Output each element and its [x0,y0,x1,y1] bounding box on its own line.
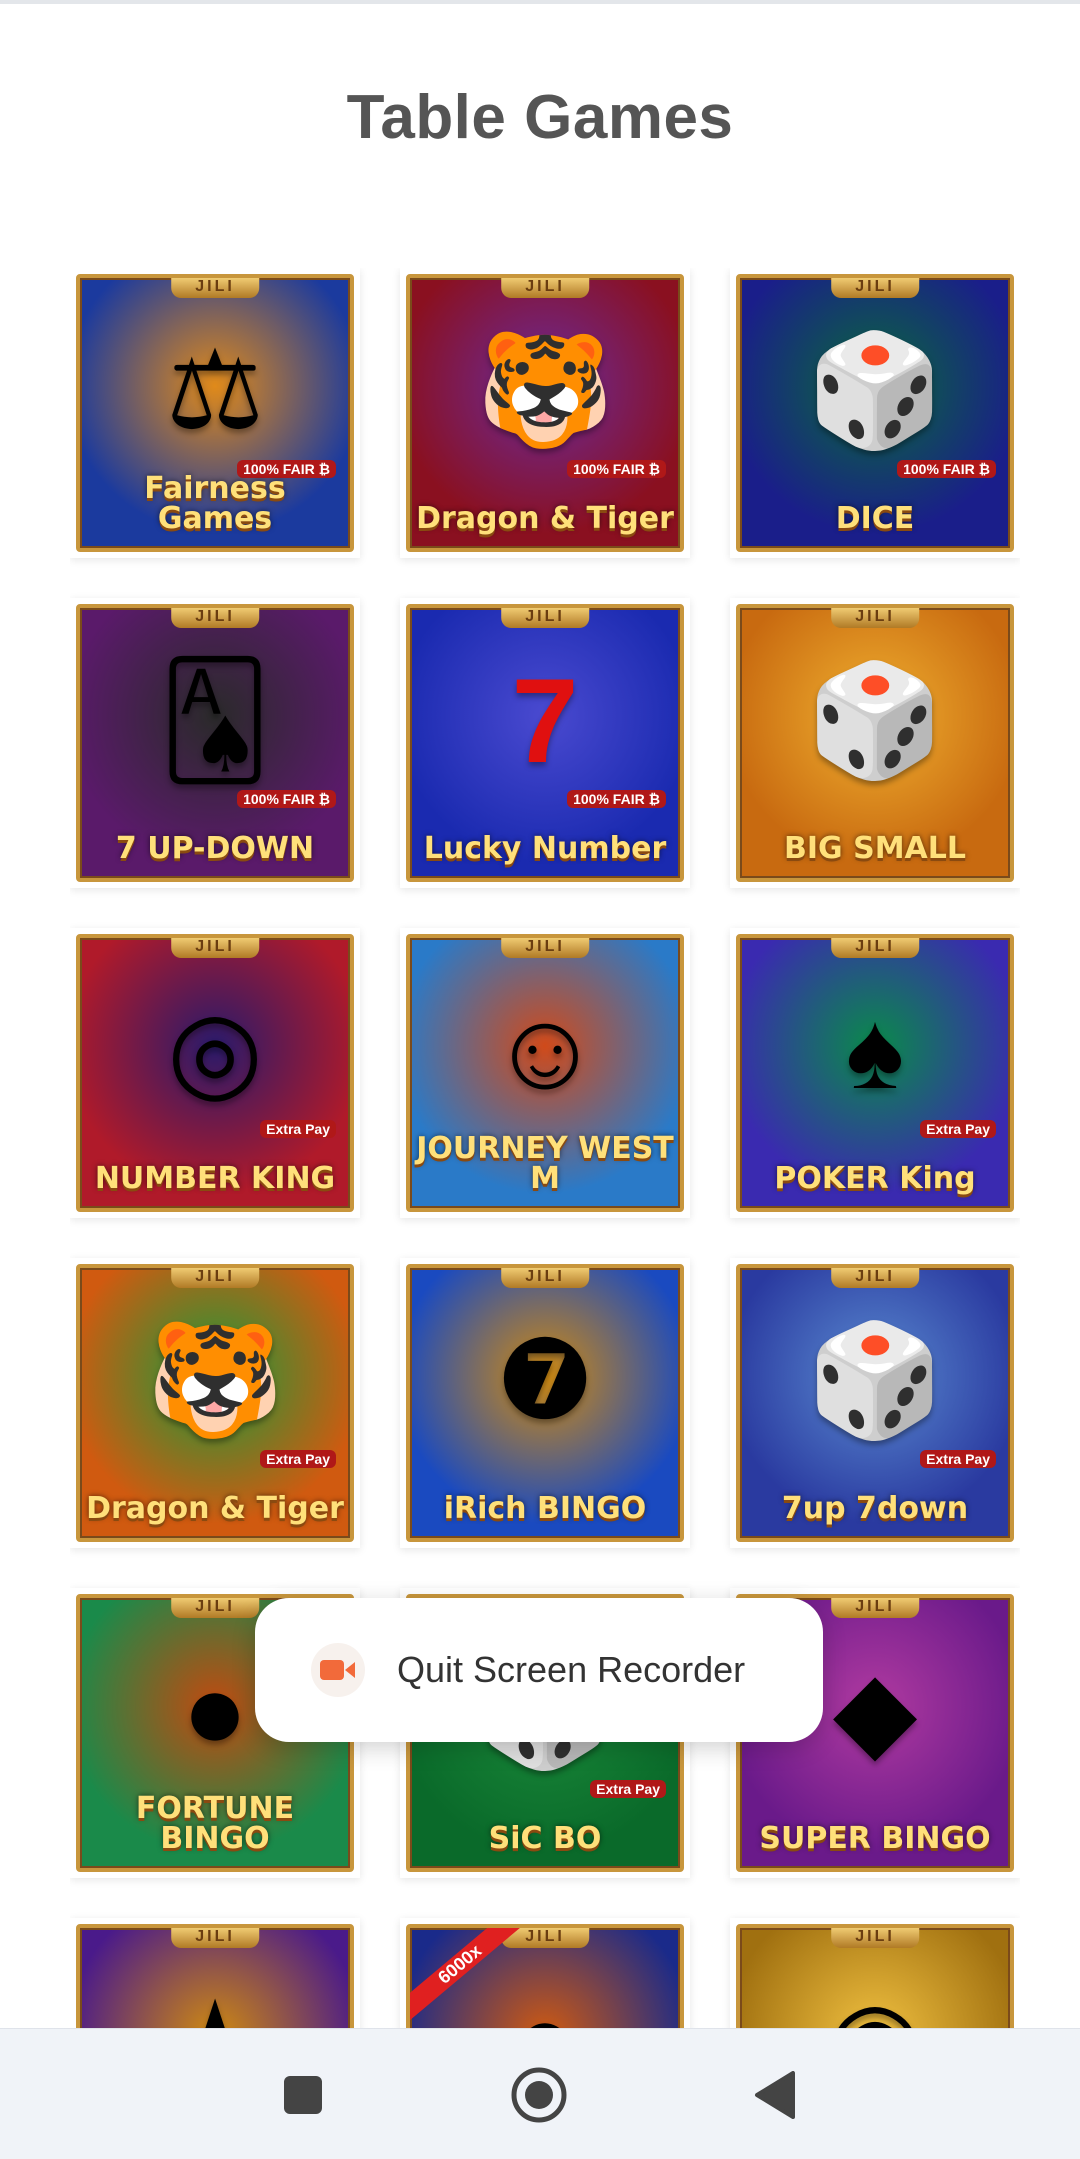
tiger-dragon-icon: 🐯 [146,1319,284,1443]
game-title: Lucky Number [423,831,667,866]
game-title: NUMBER KING [94,1161,336,1196]
system-navigation-bar [0,2028,1080,2159]
toast-label: Quit Screen Recorder [397,1649,746,1690]
game-thumbnail: JILI ◉ [736,1924,1014,2028]
provider-badge: JILI [831,278,919,298]
game-thumbnail: JILI 🐯 100% FAIR ₿ Dragon & Tiger [406,274,684,552]
game-title: iRich BINGO [443,1491,647,1526]
quit-screen-recorder-button[interactable]: Quit Screen Recorder [255,1598,823,1742]
game-thumbnail: JILI ⚖ 100% FAIR ₿ Fairness Games [76,274,354,552]
game-thumbnail: JILI 🎲 100% FAIR ₿ DICE [736,274,1014,552]
game-tag: 100% FAIR ₿ [567,790,666,808]
status-divider [0,0,1080,4]
game-title: Dragon & Tiger [416,501,674,536]
game-thumbnail: JILI ❼ iRich BINGO [406,1264,684,1542]
scales-icon: ⚖ [165,329,265,453]
diamond-icon: ◆ [832,1649,918,1773]
game-title: BIG SMALL [783,831,966,866]
home-circle-icon[interactable] [509,2065,569,2125]
game-tag: 100% FAIR ₿ [567,460,666,478]
game-grid: JILI ⚖ 100% FAIR ₿ Fairness Games JILI 🐯 100% … [70,268,1020,2028]
slot-79-icon: 7 [511,654,579,789]
game-tile[interactable]: JILI 🎲 BIG SMALL [730,598,1020,888]
basketball-icon: ● [512,1986,578,2028]
game-title: SiC BO [488,1821,602,1856]
game-tile[interactable]: JILI ❼ iRich BINGO [400,1258,690,1548]
game-tag: 100% FAIR ₿ [897,460,996,478]
provider-badge: JILI [501,938,589,958]
provider-badge: JILI [171,1598,259,1618]
game-tile[interactable]: JILI ⚖ 100% FAIR ₿ Fairness Games [70,268,360,558]
provider-badge: JILI [171,608,259,628]
game-tile[interactable]: JILI ◎ Extra Pay NUMBER KING [70,928,360,1218]
game-tile[interactable]: JILI 🐯 Extra Pay Dragon & Tiger [70,1258,360,1548]
game-tile[interactable]: JILI 🐯 100% FAIR ₿ Dragon & Tiger [400,268,690,558]
game-title: Fairness Games [144,471,286,536]
monkey-king-icon: ☺ [488,989,602,1113]
game-title: FORTUNE BINGO [135,1791,295,1856]
game-title: SUPER BINGO [759,1821,991,1856]
bingo-ball-7-icon: ❼ [495,1319,595,1443]
bingo-ball-icon: ● [181,1649,249,1773]
game-tile[interactable]: JILI ★ [70,1918,360,2028]
game-thumbnail: JILI 🎲 Extra Pay 7up 7down [736,1264,1014,1542]
back-triangle-icon[interactable] [745,2065,805,2125]
dice-cup-icon: 🎲 [806,329,944,453]
provider-badge: JILI [831,1268,919,1288]
poker-wheel-icon: ♠ [845,989,905,1113]
provider-badge: JILI [831,1928,919,1948]
provider-badge: JILI [171,938,259,958]
provider-badge: JILI [501,278,589,298]
game-tile[interactable]: JILI●6000x [400,1918,690,2028]
provider-badge: JILI [831,1598,919,1618]
game-tile[interactable]: JILI ♠ Extra Pay POKER King [730,928,1020,1218]
game-title: POKER King [774,1161,976,1196]
provider-badge: JILI [501,1268,589,1288]
game-thumbnail: JILI 🂡 100% FAIR ₿ 7 UP-DOWN [76,604,354,882]
bingo-machine-icon: ◉ [827,1986,923,2028]
game-thumbnail: JILI 🎲 BIG SMALL [736,604,1014,882]
game-tile[interactable]: JILI ◉ [730,1918,1020,2028]
provider-badge: JILI [171,1928,259,1948]
game-thumbnail: JILI ☺ JOURNEY WEST M [406,934,684,1212]
game-thumbnail: JILI ♠ Extra Pay POKER King [736,934,1014,1212]
dice-icon: 🎲 [806,659,944,783]
game-thumbnail: JILI●6000x [406,1924,684,2028]
game-title: 7up 7down [781,1491,969,1526]
game-tile[interactable]: JILI ☺ JOURNEY WEST M [400,928,690,1218]
game-title: DICE [835,501,915,536]
provider-badge: JILI [171,278,259,298]
game-title: JOURNEY WEST M [416,1131,674,1196]
game-title: Dragon & Tiger [86,1491,344,1526]
tiger-dragon-icon: 🐯 [476,329,614,453]
game-thumbnail: JILI 🐯 Extra Pay Dragon & Tiger [76,1264,354,1542]
game-tag: Extra Pay [590,1780,666,1798]
game-tile[interactable]: JILI 🂡 100% FAIR ₿ 7 UP-DOWN [70,598,360,888]
game-tag: Extra Pay [260,1120,336,1138]
game-thumbnail: JILI 7 100% FAIR ₿ Lucky Number [406,604,684,882]
game-tag: Extra Pay [260,1450,336,1468]
dice-icon: 🎲 [806,1319,944,1443]
video-camera-icon [311,1643,365,1697]
game-tile[interactable]: JILI 🎲 Extra Pay 7up 7down [730,1258,1020,1548]
game-title: 7 UP-DOWN [115,831,315,866]
game-tag: 100% FAIR ₿ [237,790,336,808]
game-thumbnail: JILI ◎ Extra Pay NUMBER KING [76,934,354,1212]
game-tile[interactable]: JILI 7 100% FAIR ₿ Lucky Number [400,598,690,888]
provider-badge: JILI [501,608,589,628]
game-thumbnail: JILI ★ [76,1924,354,2028]
provider-badge: JILI [831,938,919,958]
wheel-icon: ◎ [167,989,263,1113]
playing-cards-icon: 🂡 [158,659,272,783]
page-title: Table Games [346,83,734,152]
game-tag: Extra Pay [920,1450,996,1468]
provider-badge: JILI [831,608,919,628]
game-tag: Extra Pay [920,1120,996,1138]
wheel-star-icon: ★ [166,1986,265,2028]
game-tile[interactable]: JILI 🎲 100% FAIR ₿ DICE [730,268,1020,558]
provider-badge: JILI [171,1268,259,1288]
recents-square-icon[interactable] [273,2065,333,2125]
